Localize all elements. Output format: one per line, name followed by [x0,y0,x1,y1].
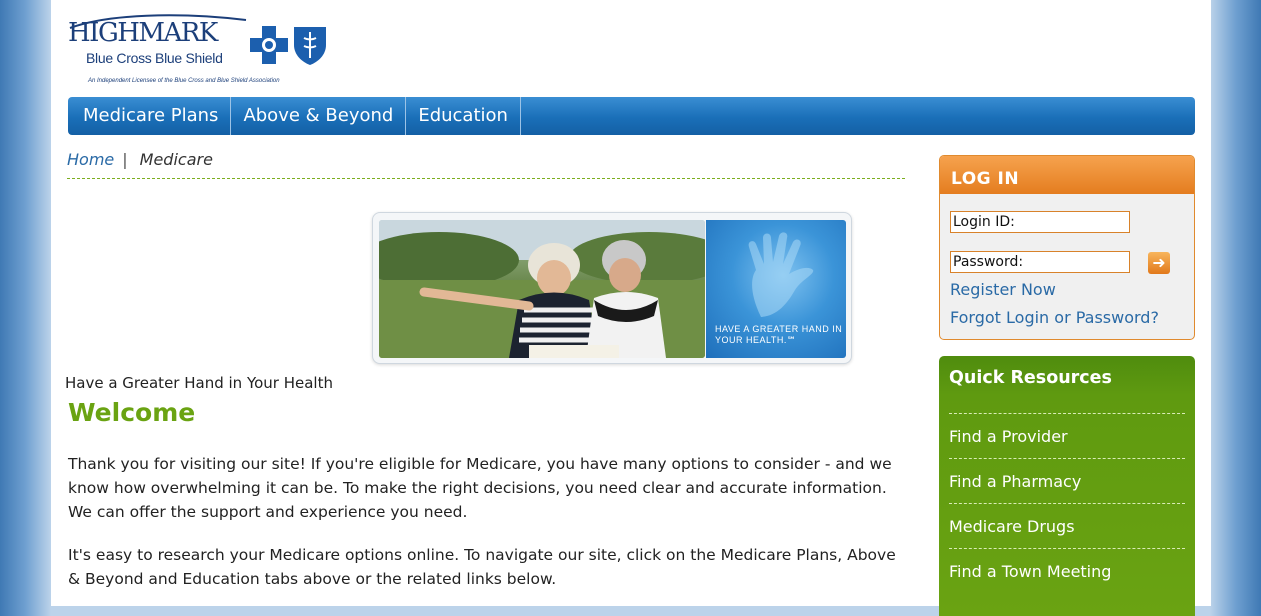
blue-shield-icon [294,27,326,65]
main-nav: Medicare Plans Above & Beyond Education [68,97,1195,135]
quick-link-medicare-drugs[interactable]: Medicare Drugs [949,503,1185,548]
quick-link-find-provider[interactable]: Find a Provider [949,413,1185,458]
hero-caption: Have a Greater Hand in Your Health [65,374,333,392]
highmark-logo[interactable]: HIGHMARK Blue Cross Blue Shield An Indep… [68,14,328,90]
breadcrumb-home-link[interactable]: Home [67,150,114,169]
hand-icon [748,232,814,317]
quick-link-find-pharmacy[interactable]: Find a Pharmacy [949,458,1185,503]
brand-subtitle: Blue Cross Blue Shield [86,50,223,66]
navigation-paragraph: It's easy to research your Medicare opti… [68,546,896,588]
tab-above-and-beyond[interactable]: Above & Beyond [231,97,407,135]
login-submit-button[interactable]: ➜ [1148,252,1170,274]
forgot-login-link[interactable]: Forgot Login or Password? [950,308,1159,327]
hero-photo [379,220,705,358]
intro-paragraph: Thank you for visiting our site! If you'… [68,455,892,521]
quick-resources-title: Quick Resources [949,368,1112,388]
tab-medicare-plans[interactable]: Medicare Plans [68,97,232,135]
arrow-right-icon: ➜ [1152,253,1166,272]
tab-education[interactable]: Education [406,97,521,135]
login-id-field[interactable] [950,211,1130,233]
login-box: LOG IN ➜ Register Now Forgot Login or Pa… [939,155,1195,340]
welcome-heading: Welcome [68,398,196,427]
brand-tagline: An Independent Licensee of the Blue Cros… [88,78,280,84]
brand-name: HIGHMARK [68,18,218,48]
hero-panel-text: HAVE A GREATER HAND IN YOUR HEALTH.℠ [715,324,843,345]
password-field[interactable] [950,251,1130,273]
hero-banner: HAVE A GREATER HAND IN YOUR HEALTH.℠ [372,212,852,364]
quick-link-town-meeting[interactable]: Find a Town Meeting [949,548,1185,593]
hero-tagline-panel: HAVE A GREATER HAND IN YOUR HEALTH.℠ [706,220,846,358]
blue-cross-icon [250,26,288,64]
register-now-link[interactable]: Register Now [950,280,1056,299]
quick-resources-panel: Quick Resources Find a Provider Find a P… [939,356,1195,616]
page: HIGHMARK Blue Cross Blue Shield An Indep… [51,0,1211,616]
login-title: LOG IN [940,156,1194,194]
breadcrumb: Home | Medicare [67,150,905,179]
breadcrumb-current: Medicare [139,150,213,169]
couple-photo-illustration [379,220,705,358]
breadcrumb-separator: | [122,150,128,169]
